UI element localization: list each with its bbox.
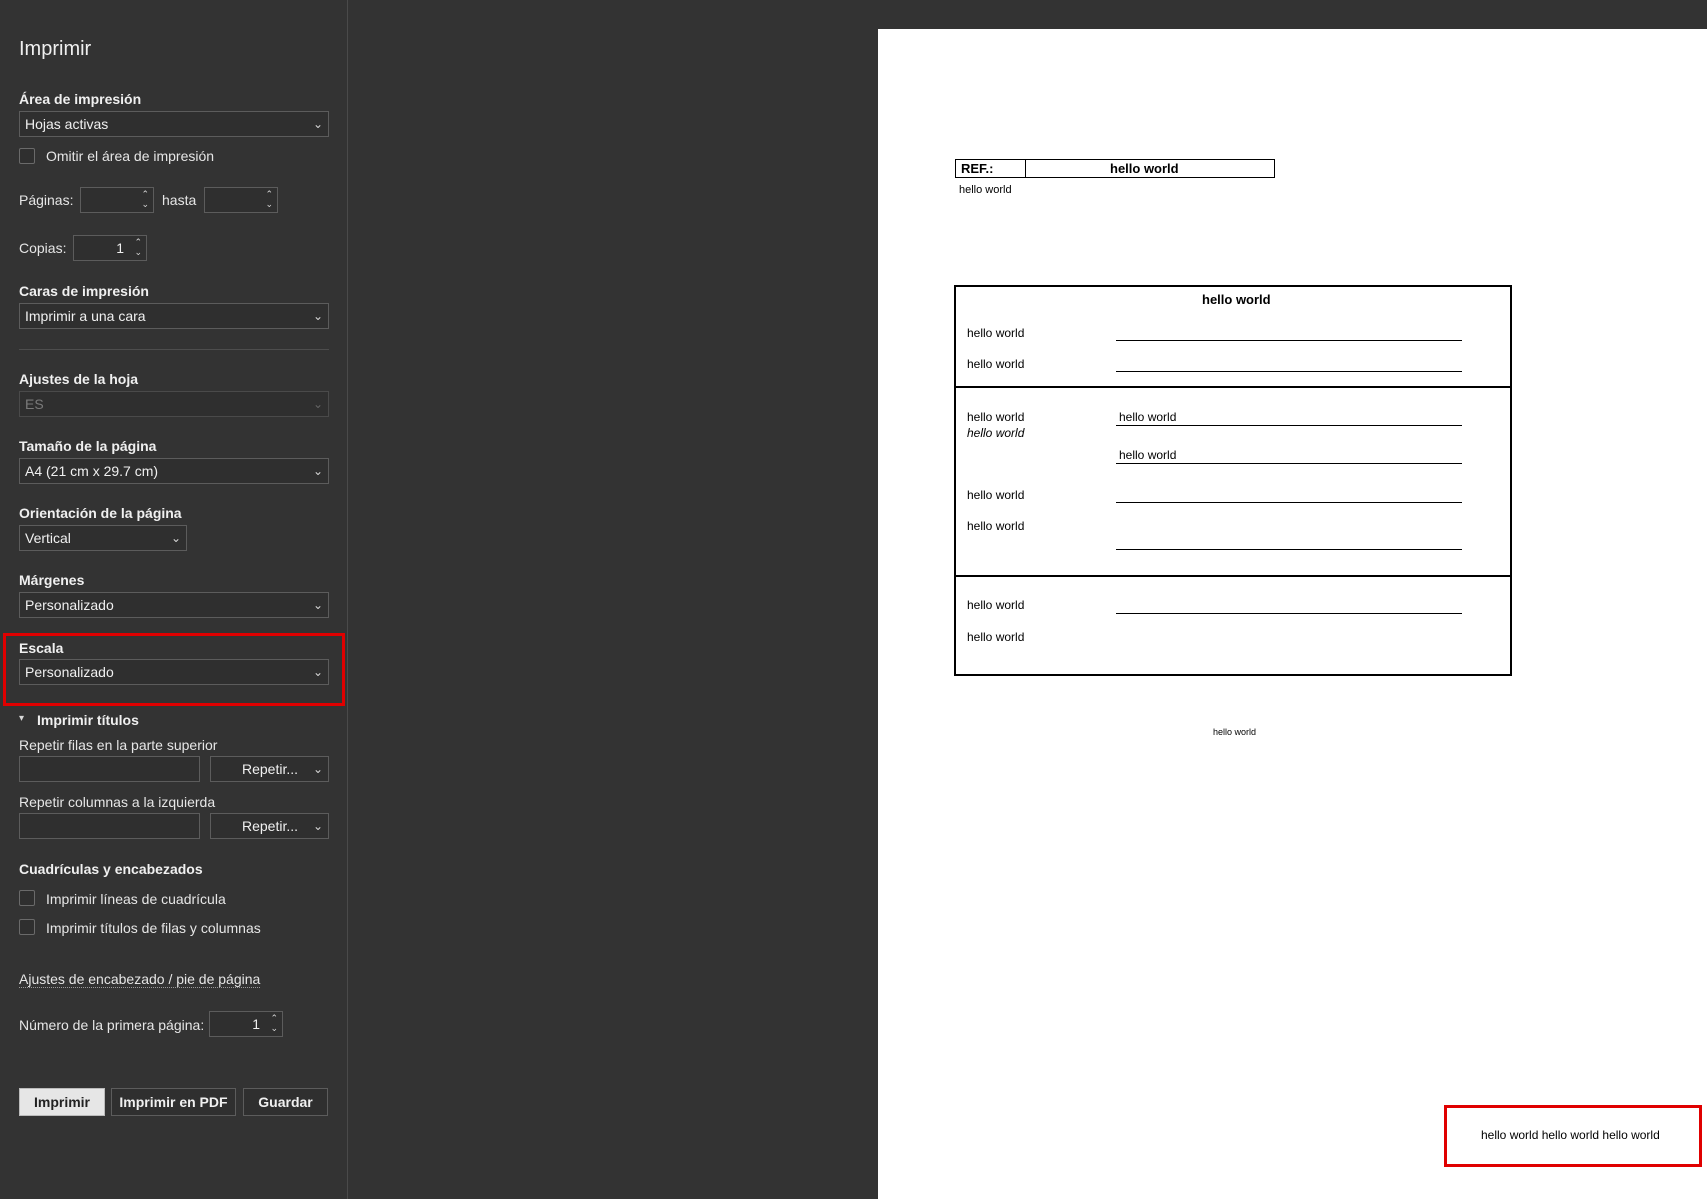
s3-row2-label: hello world [967, 630, 1025, 644]
table-title: hello world [1202, 292, 1271, 307]
chevron-down-icon: ⌄ [312, 397, 323, 411]
s3-row1-label: hello world [967, 598, 1025, 612]
sides-value: Imprimir a una cara [25, 308, 146, 324]
s2-row1-line-a [1116, 425, 1462, 426]
ref-label: REF.: [961, 161, 994, 176]
table-divider-1 [954, 386, 1512, 388]
chevron-down-icon: ⌄ [312, 819, 323, 833]
orientation-value: Vertical [25, 530, 71, 546]
repeat-rows-label: Repetir filas en la parte superior [19, 737, 218, 753]
panel-title: Imprimir [19, 38, 92, 60]
pages-from-input[interactable]: ⌃ ⌄ [80, 187, 154, 213]
sides-select[interactable]: Imprimir a una cara ⌄ [19, 303, 329, 329]
footer-text: hello world hello world hello world [1481, 1128, 1660, 1142]
stepper-arrows-icon[interactable]: ⌃ ⌄ [270, 1013, 278, 1033]
ref-divider [1025, 159, 1026, 178]
repeat-rows-dropdown-label: Repetir... [241, 761, 298, 777]
print-settings-panel: Imprimir Área de impresión Hojas activas… [0, 0, 348, 1199]
s2-row1-line-b [1116, 463, 1462, 464]
chevron-down-icon: ⌄ [312, 598, 323, 612]
s1-row1-line [1116, 340, 1462, 341]
s2-row1-label-italic: hello world [967, 426, 1025, 440]
pages-to-input[interactable]: ⌃ ⌄ [204, 187, 278, 213]
print-area-select[interactable]: Hojas activas ⌄ [19, 111, 329, 137]
print-area-value: Hojas activas [25, 116, 109, 132]
chevron-down-icon: ⌄ [170, 531, 181, 545]
repeat-cols-input[interactable] [19, 813, 200, 839]
sides-label: Caras de impresión [19, 283, 149, 299]
s2-row2-label: hello world [967, 488, 1025, 502]
ignore-print-area-label: Omitir el área de impresión [46, 148, 215, 164]
print-titles-label[interactable]: Imprimir títulos [37, 712, 139, 728]
ref-subtext: hello world [959, 184, 1012, 196]
stepper-arrows-icon[interactable]: ⌃ ⌄ [265, 189, 273, 209]
print-area-label: Área de impresión [19, 91, 142, 107]
s2-row1-label: hello world [967, 410, 1025, 424]
s2-row3-label: hello world [967, 519, 1025, 533]
table-divider-2 [954, 575, 1512, 577]
s2-row3-line [1116, 549, 1462, 550]
stepper-arrows-icon[interactable]: ⌃ ⌄ [141, 189, 149, 209]
orientation-label: Orientación de la página [19, 505, 182, 521]
orientation-select[interactable]: Vertical ⌄ [19, 525, 187, 551]
print-button[interactable]: Imprimir [19, 1088, 105, 1116]
sheet-settings-label: Ajustes de la hoja [19, 371, 139, 387]
scale-select[interactable]: Personalizado ⌄ [19, 659, 329, 685]
s2-row1-value-b: hello world [1119, 448, 1177, 462]
first-page-number-value: 1 [252, 1016, 260, 1032]
s2-row2-line [1116, 502, 1462, 503]
save-button[interactable]: Guardar [243, 1088, 328, 1116]
s1-row2-line [1116, 371, 1462, 372]
scale-label: Escala [19, 640, 64, 656]
stepper-arrows-icon[interactable]: ⌃ ⌄ [134, 237, 142, 257]
collapse-triangle-icon[interactable]: ▾ [19, 713, 24, 724]
chevron-down-icon: ⌄ [312, 762, 323, 776]
copies-input[interactable]: 1 ⌃ ⌄ [73, 235, 147, 261]
print-headings-checkbox[interactable] [19, 919, 35, 935]
print-gridlines-checkbox[interactable] [19, 890, 35, 906]
copies-label: Copias: [19, 240, 67, 256]
print-gridlines-label: Imprimir líneas de cuadrícula [46, 891, 226, 907]
pages-to-label: hasta [162, 192, 197, 208]
scale-value: Personalizado [25, 664, 114, 680]
page-size-select[interactable]: A4 (21 cm x 29.7 cm) ⌄ [19, 458, 329, 484]
ref-value: hello world [1110, 161, 1179, 176]
center-note: hello world [1213, 727, 1257, 737]
first-page-number-label: Número de la primera página: [19, 1017, 205, 1033]
repeat-cols-dropdown-label: Repetir... [241, 818, 298, 834]
sheet-settings-value: ES [25, 396, 44, 412]
chevron-down-icon: ⌄ [312, 309, 323, 323]
copies-value: 1 [116, 240, 124, 256]
pages-label: Páginas: [19, 192, 74, 208]
s2-row1-value-a: hello world [1119, 410, 1177, 424]
s1-row1-label: hello world [967, 326, 1025, 340]
chevron-down-icon: ⌄ [312, 117, 323, 131]
gridlines-label: Cuadrículas y encabezados [19, 861, 203, 877]
repeat-rows-input[interactable] [19, 756, 200, 782]
margins-select[interactable]: Personalizado ⌄ [19, 592, 329, 618]
print-preview-page: REF.: hello world hello world hello worl… [878, 29, 1707, 1199]
form-table [954, 285, 1512, 676]
print-pdf-button[interactable]: Imprimir en PDF [111, 1088, 236, 1116]
margins-label: Márgenes [19, 572, 85, 588]
first-page-number-input[interactable]: 1 ⌃ ⌄ [209, 1011, 283, 1037]
chevron-down-icon: ⌄ [312, 464, 323, 478]
repeat-cols-label: Repetir columnas a la izquierda [19, 794, 216, 810]
repeat-rows-dropdown[interactable]: Repetir... ⌄ [210, 756, 329, 782]
repeat-cols-dropdown[interactable]: Repetir... ⌄ [210, 813, 329, 839]
ignore-print-area-checkbox[interactable] [19, 148, 35, 164]
s3-row1-line [1116, 613, 1462, 614]
s1-row2-label: hello world [967, 357, 1025, 371]
chevron-down-icon: ⌄ [312, 665, 323, 679]
sheet-settings-select: ES ⌄ [19, 391, 329, 417]
page-size-label: Tamaño de la página [19, 438, 157, 454]
header-footer-settings-link[interactable]: Ajustes de encabezado / pie de página [19, 971, 261, 988]
divider [19, 349, 329, 350]
margins-value: Personalizado [25, 597, 114, 613]
print-headings-label: Imprimir títulos de filas y columnas [46, 920, 261, 936]
page-size-value: A4 (21 cm x 29.7 cm) [25, 463, 159, 479]
